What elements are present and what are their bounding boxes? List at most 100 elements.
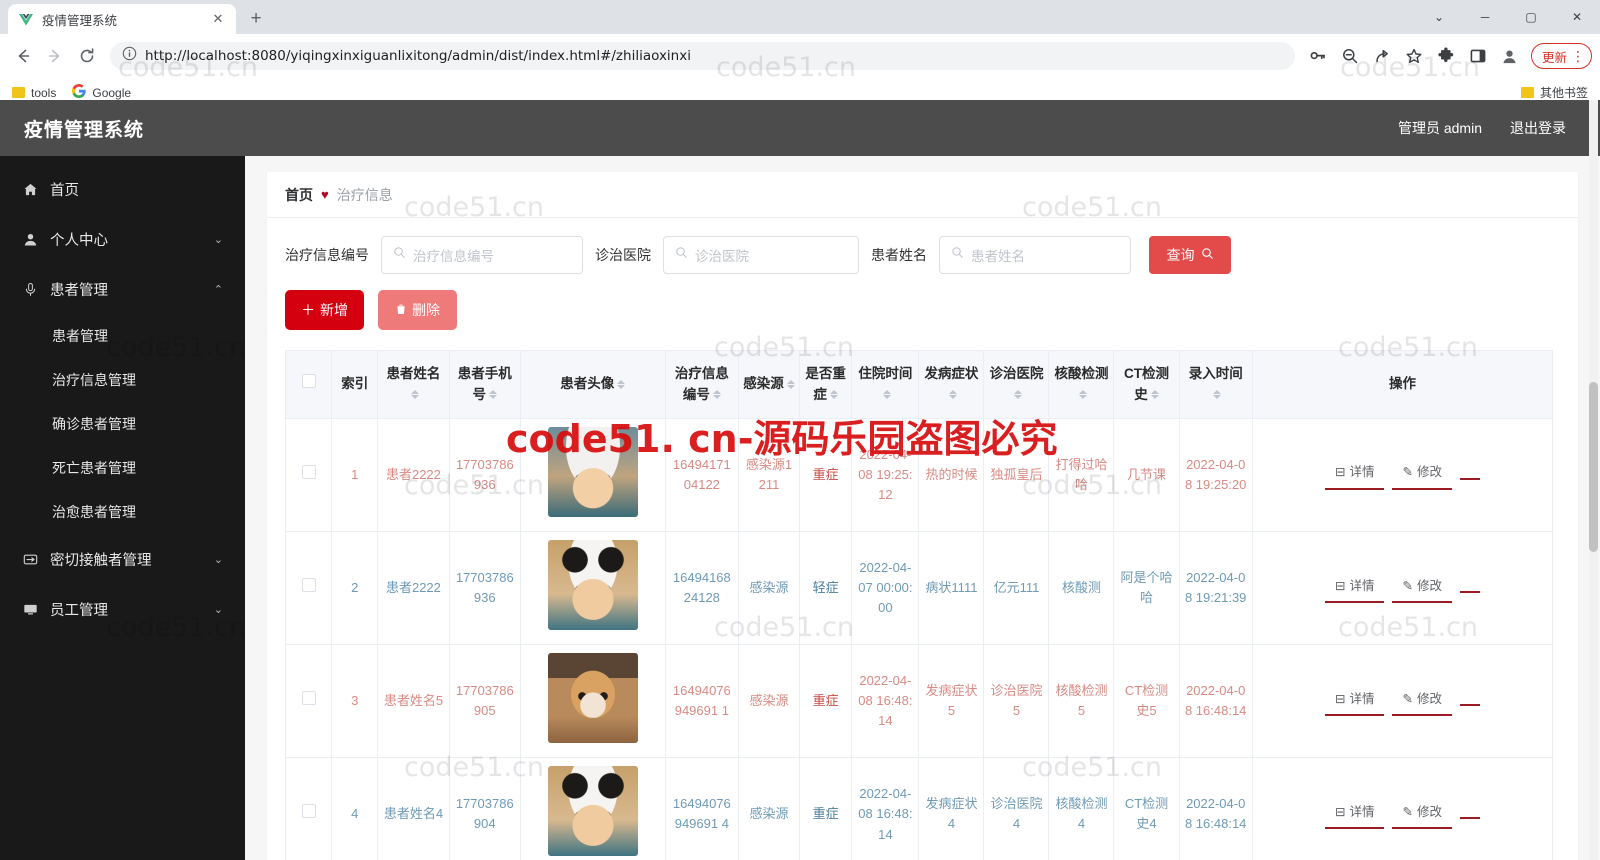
- sidebar-subitem-patient-management[interactable]: 患者管理: [0, 314, 245, 358]
- table-row[interactable]: 1 患者2222 17703786936 1649417104122 感染源12…: [284, 417, 1554, 533]
- cell-patient-avatar[interactable]: [519, 644, 666, 759]
- avatar[interactable]: [547, 766, 638, 857]
- scrollbar-thumb[interactable]: [1589, 382, 1598, 552]
- update-button[interactable]: 更新 ⋮: [1530, 43, 1592, 69]
- header-patient-phone[interactable]: 患者手机号: [448, 350, 521, 419]
- table-row[interactable]: 4 患者姓名4 17703786904 16494076949691 4 感染源…: [284, 757, 1554, 860]
- header-hospital[interactable]: 诊治医院: [983, 350, 1050, 419]
- sidebar-subitem-deceased-patients[interactable]: 死亡患者管理: [0, 446, 245, 490]
- more-button[interactable]: [1459, 696, 1480, 707]
- avatar[interactable]: [547, 540, 638, 631]
- header-infection-source[interactable]: 感染源: [738, 350, 800, 419]
- header-patient-name[interactable]: 患者姓名: [377, 350, 450, 419]
- edit-button[interactable]: ✎ 修改: [1392, 573, 1452, 603]
- sidebar-item-home[interactable]: 首页: [0, 164, 245, 214]
- sort-icon[interactable]: [1078, 390, 1087, 400]
- cell-patient-avatar[interactable]: [519, 417, 666, 533]
- add-button[interactable]: ＋ 新增: [285, 290, 364, 330]
- sort-icon[interactable]: [712, 390, 721, 400]
- forward-icon[interactable]: [40, 41, 70, 71]
- header-admission-time[interactable]: 住院时间: [851, 350, 920, 419]
- sidebar-subitem-recovered-patients[interactable]: 治愈患者管理: [0, 490, 245, 534]
- header-ct-history[interactable]: CT检测史: [1113, 350, 1180, 419]
- table-row[interactable]: 2 患者2222 17703786936 1649416824128 感染源 轻…: [284, 531, 1554, 646]
- header-treatment-no[interactable]: 治疗信息编号: [664, 350, 740, 419]
- avatar[interactable]: [547, 427, 638, 517]
- more-button[interactable]: [1459, 470, 1480, 481]
- sort-icon[interactable]: [410, 390, 419, 400]
- page-scrollbar[interactable]: [1589, 100, 1598, 860]
- delete-button[interactable]: 删除: [378, 290, 457, 330]
- row-checkbox-cell[interactable]: [284, 757, 333, 860]
- row-checkbox-cell[interactable]: [284, 644, 333, 759]
- row-checkbox[interactable]: [301, 691, 316, 706]
- sort-icon[interactable]: [1150, 390, 1159, 400]
- detail-button[interactable]: ⊟ 详情: [1324, 686, 1385, 717]
- header-is-severe[interactable]: 是否重症: [798, 350, 853, 419]
- sidebar-item-staff-management[interactable]: 员工管理 ⌄: [0, 584, 245, 634]
- cell-patient-avatar[interactable]: [519, 531, 666, 646]
- profile-avatar-icon[interactable]: [1495, 41, 1525, 71]
- sort-icon[interactable]: [829, 390, 838, 400]
- filter-input-treat-no[interactable]: 治疗信息编号: [381, 236, 583, 274]
- filter-input-hospital[interactable]: 诊治医院: [663, 236, 859, 274]
- sidebar-item-patient-management[interactable]: 患者管理 ⌃: [0, 264, 245, 314]
- row-checkbox-cell[interactable]: [284, 531, 333, 646]
- sort-icon[interactable]: [786, 380, 795, 390]
- back-icon[interactable]: [8, 41, 38, 71]
- browser-tab[interactable]: 疫情管理系统 ✕: [8, 4, 236, 34]
- bookmark-google[interactable]: Google: [72, 83, 131, 101]
- site-info-icon[interactable]: [122, 46, 137, 66]
- row-checkbox[interactable]: [301, 465, 316, 479]
- chrome-menu-icon[interactable]: ⋮: [1571, 49, 1585, 63]
- header-select-all[interactable]: [284, 350, 333, 419]
- detail-button[interactable]: ⊟ 详情: [1324, 799, 1385, 830]
- more-button[interactable]: [1459, 809, 1480, 820]
- row-checkbox[interactable]: [301, 578, 316, 593]
- sidepanel-icon[interactable]: [1463, 41, 1493, 71]
- edit-button[interactable]: ✎ 修改: [1392, 799, 1452, 830]
- sort-icon[interactable]: [489, 390, 497, 400]
- breadcrumb-home[interactable]: 首页: [285, 185, 313, 205]
- extensions-puzzle-icon[interactable]: [1431, 41, 1461, 71]
- query-button[interactable]: 查询: [1149, 236, 1231, 274]
- cell-patient-avatar[interactable]: [519, 757, 666, 860]
- new-tab-button[interactable]: +: [242, 5, 270, 33]
- sort-icon[interactable]: [1013, 390, 1022, 400]
- close-window-button[interactable]: ✕: [1554, 0, 1600, 34]
- header-pcr-test[interactable]: 核酸检测: [1048, 350, 1115, 419]
- more-button[interactable]: [1459, 583, 1480, 594]
- sidebar-item-personal-center[interactable]: 个人中心 ⌄: [0, 214, 245, 264]
- sort-icon[interactable]: [882, 390, 891, 400]
- chrome-menu-chevron-icon[interactable]: ⌄: [1416, 0, 1462, 34]
- sidebar-subitem-confirmed-patients[interactable]: 确诊患者管理: [0, 402, 245, 446]
- row-checkbox[interactable]: [301, 804, 316, 819]
- address-bar[interactable]: http://localhost:8080/yiqingxinxiguanlix…: [110, 42, 1295, 70]
- sidebar-item-close-contacts[interactable]: 密切接触者管理 ⌄: [0, 534, 245, 584]
- header-symptom[interactable]: 发病症状: [918, 350, 985, 419]
- bookmark-star-icon[interactable]: [1399, 41, 1429, 71]
- sort-icon[interactable]: [617, 380, 626, 390]
- select-all-checkbox[interactable]: [301, 374, 316, 389]
- zoom-out-icon[interactable]: [1335, 41, 1365, 71]
- filter-input-patient-name[interactable]: 患者姓名: [939, 236, 1131, 274]
- logout-button[interactable]: 退出登录: [1510, 118, 1566, 138]
- detail-button[interactable]: ⊟ 详情: [1324, 573, 1385, 603]
- maximize-button[interactable]: ▢: [1508, 0, 1554, 34]
- sort-icon[interactable]: [1213, 390, 1222, 400]
- share-icon[interactable]: [1367, 41, 1397, 71]
- row-checkbox-cell[interactable]: [284, 417, 333, 533]
- tab-close-icon[interactable]: ✕: [210, 11, 226, 27]
- edit-button[interactable]: ✎ 修改: [1392, 460, 1452, 490]
- header-entry-time[interactable]: 录入时间: [1178, 350, 1253, 419]
- other-bookmarks[interactable]: 其他书签: [1520, 84, 1588, 101]
- reload-icon[interactable]: [72, 41, 102, 71]
- bookmark-tools[interactable]: tools: [12, 86, 56, 100]
- edit-button[interactable]: ✎ 修改: [1392, 686, 1452, 717]
- sort-icon[interactable]: [948, 390, 957, 400]
- table-row[interactable]: 3 患者姓名5 17703786905 16494076949691 1 感染源…: [284, 644, 1554, 759]
- header-patient-avatar[interactable]: 患者头像: [519, 350, 666, 419]
- detail-button[interactable]: ⊟ 详情: [1324, 460, 1385, 490]
- sidebar-subitem-treatment-info[interactable]: 治疗信息管理: [0, 358, 245, 402]
- minimize-button[interactable]: ─: [1462, 0, 1508, 34]
